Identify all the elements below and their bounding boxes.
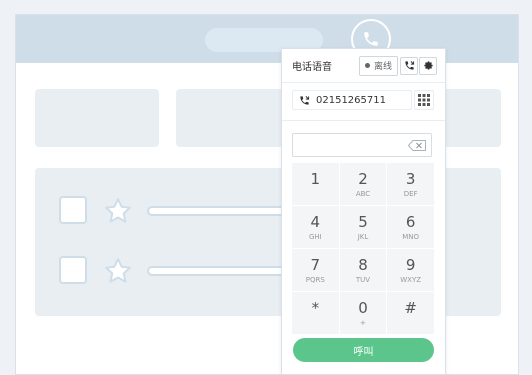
call-button[interactable]: 呼叫 xyxy=(293,338,434,362)
caller-number-row: 02151265711 xyxy=(292,90,434,110)
key-letters: + xyxy=(360,318,366,327)
key-3[interactable]: 3 DEF xyxy=(387,163,434,205)
key-digit: 8 xyxy=(358,255,368,274)
caller-number: 02151265711 xyxy=(316,94,386,106)
key-digit: # xyxy=(404,298,417,317)
key-digit: 0 xyxy=(358,298,368,317)
key-letters: TUV xyxy=(355,275,371,284)
key-letters: GHI xyxy=(308,232,322,241)
dialer-title: 电话语音 xyxy=(292,62,332,73)
key-1[interactable]: 1 xyxy=(292,163,339,205)
keypad-toggle-button[interactable] xyxy=(414,90,434,110)
key-8[interactable]: 8 TUV xyxy=(339,249,387,291)
phone-transfer-icon xyxy=(300,95,310,105)
key-letters: JKL xyxy=(357,232,369,241)
checkbox[interactable] xyxy=(59,256,87,284)
key-digit: * xyxy=(311,298,320,317)
status-label: 离线 xyxy=(373,62,392,72)
key-letters: MNO xyxy=(402,232,420,241)
key-0[interactable]: 0 + xyxy=(339,292,387,334)
key-9[interactable]: 9 WXYZ xyxy=(387,249,434,291)
key-letters: ABC xyxy=(355,189,371,198)
key-digit: 6 xyxy=(405,212,416,231)
status-dot-icon xyxy=(364,63,370,68)
phone-icon xyxy=(364,32,378,46)
key-digit: 9 xyxy=(405,255,416,274)
dialer-panel: 电话语音 离线 02151265711 1 2 ABC 3 DEF 4 GHI … xyxy=(281,48,446,375)
key-letters: DEF xyxy=(403,189,418,198)
key-digit: 7 xyxy=(310,255,321,274)
placeholder-card xyxy=(35,89,159,147)
phone-transfer-icon xyxy=(404,61,414,70)
status-toggle[interactable]: 离线 xyxy=(358,55,398,76)
key-digit: 2 xyxy=(358,169,368,188)
dial-keypad: 1 2 ABC 3 DEF 4 GHI 5 JKL 6 MNO 7 PQRS 8 TUV 9W… xyxy=(292,163,434,334)
key-6[interactable]: 6 MNO xyxy=(387,206,434,248)
key-5[interactable]: 5 JKL xyxy=(339,206,387,248)
key-star[interactable]: * xyxy=(292,292,339,334)
key-letters: PQRS xyxy=(305,275,325,284)
key-digit: 5 xyxy=(358,212,368,231)
key-letters: WXYZ xyxy=(400,275,422,284)
checkbox[interactable] xyxy=(59,196,87,224)
key-7[interactable]: 7 PQRS xyxy=(292,249,339,291)
dialer-header: 电话语音 离线 xyxy=(282,49,445,83)
gear-icon xyxy=(423,61,433,70)
key-digit: 4 xyxy=(310,212,321,231)
key-digit: 1 xyxy=(310,169,321,188)
dial-input[interactable] xyxy=(292,133,432,157)
settings-button[interactable] xyxy=(419,56,437,75)
key-4[interactable]: 4 GHI xyxy=(292,206,339,248)
divider xyxy=(282,120,445,121)
key-2[interactable]: 2 ABC xyxy=(339,163,387,205)
key-hash[interactable]: # xyxy=(387,292,434,334)
star-icon[interactable] xyxy=(103,196,133,226)
key-digit: 3 xyxy=(405,169,416,188)
backspace-icon[interactable] xyxy=(408,140,426,151)
keypad-grid-icon xyxy=(418,94,430,106)
star-icon[interactable] xyxy=(103,256,133,286)
transfer-button[interactable] xyxy=(400,56,418,75)
caller-number-field[interactable]: 02151265711 xyxy=(292,90,412,110)
